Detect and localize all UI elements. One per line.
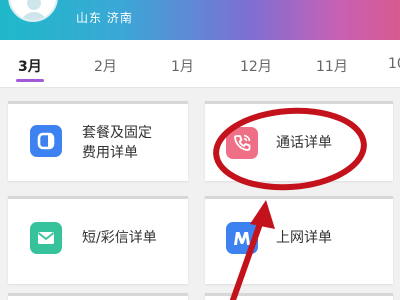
card-top-border (205, 293, 393, 296)
internet-detail-card[interactable]: 上网详单 (205, 196, 393, 284)
card-top-border (205, 196, 393, 199)
card-top-border (8, 293, 188, 296)
package-fee-label-line2: 费用详单 (82, 145, 138, 161)
partial-card-right[interactable] (205, 293, 393, 300)
card-top-border (8, 101, 188, 104)
tab-january[interactable]: 1月 (171, 56, 194, 76)
envelope-icon (30, 222, 62, 254)
tab-march[interactable]: 3月 (18, 56, 42, 76)
tab-october[interactable]: 10 (388, 56, 400, 72)
call-detail-label: 通话详单 (276, 135, 332, 151)
tab-december[interactable]: 12月 (240, 56, 272, 76)
active-tab-indicator (16, 79, 44, 82)
app-screen: 山东 济南 3月 2月 1月 12月 11月 10 套餐及固定 费用详单 (0, 0, 400, 300)
tab-february[interactable]: 2月 (94, 56, 117, 76)
package-fee-label-line1: 套餐及固定 (82, 125, 152, 141)
avatar-body-shape (20, 12, 48, 20)
call-detail-card[interactable]: 通话详单 (205, 101, 393, 181)
internet-icon (226, 222, 258, 254)
partial-card-left[interactable] (8, 293, 188, 300)
location-text: 山东 济南 (76, 11, 133, 25)
user-header: 山东 济南 (0, 0, 400, 40)
month-tabs: 3月 2月 1月 12月 11月 10 (0, 40, 400, 88)
package-fee-detail-card[interactable]: 套餐及固定 费用详单 (8, 101, 188, 181)
avatar[interactable] (8, 0, 58, 22)
card-top-border (205, 101, 393, 104)
internet-detail-label: 上网详单 (276, 230, 332, 246)
sms-detail-label: 短/彩信详单 (82, 230, 157, 246)
sms-detail-card[interactable]: 短/彩信详单 (8, 196, 188, 284)
tab-november[interactable]: 11月 (316, 56, 348, 76)
avatar-head-shape (27, 0, 41, 10)
package-icon (30, 125, 62, 157)
card-top-border (8, 196, 188, 199)
phone-call-icon (226, 127, 258, 159)
